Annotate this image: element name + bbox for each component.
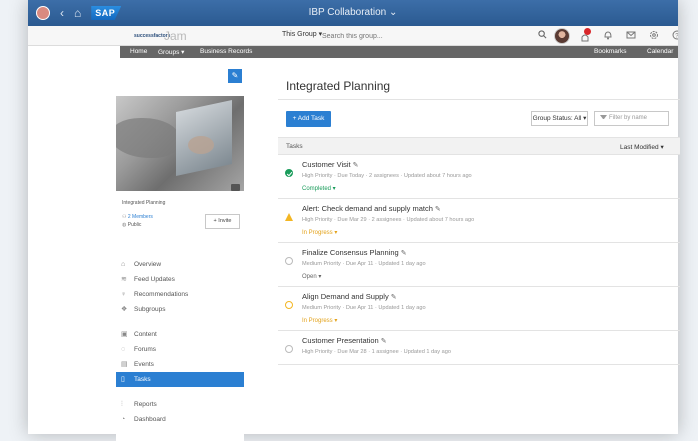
nav-home[interactable]: Home [130,48,147,55]
divider [278,99,680,100]
nav-business-records[interactable]: Business Records [200,48,252,55]
tasks-icon: ▯ [121,376,125,383]
home-icon: ⌂ [121,261,126,268]
visibility-label: ◍ Public [122,222,142,228]
edit-icon[interactable]: ✎ [391,294,397,301]
back-icon[interactable]: ‹ [60,7,64,19]
open-status-icon[interactable] [285,257,293,265]
search-icon[interactable] [538,30,547,39]
task-title[interactable]: Customer Presentation ✎ [302,336,387,345]
task-meta: High Priority · Due Mar 29 · 2 assignees… [302,217,475,223]
group-cover-image [116,96,244,191]
top-nav: Home Groups ▾ Business Records Bookmarks… [120,46,678,58]
task-row[interactable]: Customer Visit ✎ High Priority · Due Toda… [278,155,680,199]
task-title[interactable]: Customer Visit ✎ [302,160,359,169]
alert-icon[interactable] [285,213,293,221]
task-meta: High Priority · Due Today · 2 assignees … [302,173,472,179]
sidebar-item-reports[interactable]: ⫶ Reports [116,397,244,412]
svg-text:?: ? [675,33,678,39]
task-meta: High Priority · Due Mar 28 · 1 assignee … [302,349,451,355]
notification-badge [584,28,591,35]
people-icon: ⚇ [122,214,127,220]
sidebar-item-content[interactable]: ▣ Content [116,327,244,342]
dashboard-icon: ◔ [121,416,126,423]
gear-icon[interactable] [649,30,659,40]
sidebar-item-tasks[interactable]: ▯ Tasks [116,372,244,387]
search-scope-select[interactable]: This Group ▾ [282,30,322,38]
tasks-header: Tasks Last Modified ▾ [278,137,680,155]
content-icon: ▣ [121,331,128,338]
jam-header: successfactors Jam This Group ▾ ? [28,26,678,46]
nav-calendar[interactable]: Calendar [647,48,673,55]
events-icon: ▤ [121,361,128,368]
sidebar-item-recommendations[interactable]: ♀ Recommendations [116,287,244,302]
task-status-select[interactable]: In Progress ▾ [302,229,337,236]
task-status-select[interactable]: Open ▾ [302,273,321,280]
camera-icon[interactable] [231,184,240,191]
group-name: Integrated Planning [122,200,166,206]
sidebar-item-feed-updates[interactable]: ≋ Feed Updates [116,272,244,287]
completed-icon[interactable] [285,169,293,177]
sidebar-item-events[interactable]: ▤ Events [116,357,244,372]
edit-icon[interactable]: ✎ [401,250,407,257]
task-status-select[interactable]: In Progress ▾ [302,317,337,324]
feed-icon: ≋ [121,276,127,283]
home-icon[interactable]: ⌂ [74,7,81,19]
edit-icon[interactable]: ✎ [353,162,359,169]
edit-icon[interactable]: ✎ [381,338,387,345]
task-title[interactable]: Alert: Check demand and supply match ✎ [302,204,441,213]
group-status-select[interactable]: Group Status: All ▾ [531,111,588,126]
reports-icon: ⫶ [121,401,123,408]
chevron-down-icon: ⌄ [389,7,398,18]
sort-select[interactable]: Last Modified ▾ [620,143,664,151]
search-input[interactable] [322,30,530,42]
open-status-icon[interactable] [285,345,293,353]
mail-icon[interactable] [626,30,636,40]
pin-icon[interactable]: ✎ [228,69,242,83]
members-link[interactable]: ⚇ 2 Members [122,214,153,220]
task-row[interactable]: Align Demand and Supply ✎ Medium Priority… [278,287,680,331]
user-avatar[interactable] [36,6,50,20]
sap-logo[interactable]: SAP [91,6,122,20]
sidebar-item-dashboard[interactable]: ◔ Dashboard [116,412,244,427]
task-row[interactable]: Alert: Check demand and supply match ✎ Hi… [278,199,680,243]
globe-icon: ◍ [122,222,127,228]
jam-logo[interactable]: Jam [164,29,187,43]
task-title[interactable]: Finalize Consensus Planning ✎ [302,248,407,257]
bell-icon[interactable] [603,30,613,40]
forums-icon: ◌ [121,346,126,353]
task-title[interactable]: Align Demand and Supply ✎ [302,292,397,301]
in-progress-icon[interactable] [285,301,293,309]
filter-icon [600,115,607,122]
tasks-label: Tasks [286,143,303,150]
sidebar-menu: ⌂ Overview ≋ Feed Updates ♀ Recommendations… [116,257,244,427]
invite-button[interactable]: + Invite [205,214,240,229]
task-meta: Medium Priority · Due Apr 11 · Updated 1… [302,261,426,267]
main-content: Integrated Planning + Add Task Group Sta… [278,69,680,441]
subgroups-icon: ❖ [121,306,128,313]
task-row[interactable]: Customer Presentation ✎ High Priority · D… [278,331,680,365]
group-sidebar: ✎ Integrated Planning ⚇ 2 Members ◍ Publ… [116,69,244,441]
page-title: Integrated Planning [286,79,391,93]
task-status-select[interactable]: Completed ▾ [302,185,336,192]
bulb-icon: ♀ [121,291,127,298]
edit-icon[interactable]: ✎ [435,206,441,213]
shell-title[interactable]: IBP Collaboration ⌄ [28,7,678,18]
shell-bar: ‹ ⌂ SAP IBP Collaboration ⌄ [28,0,678,26]
help-icon[interactable]: ? [672,30,678,40]
nav-groups[interactable]: Groups ▾ [158,48,184,56]
nav-bookmarks[interactable]: Bookmarks [594,48,627,55]
task-row[interactable]: Finalize Consensus Planning ✎ Medium Prio… [278,243,680,287]
task-meta: Medium Priority · Due Apr 11 · Updated 1… [302,305,426,311]
sidebar-item-forums[interactable]: ◌ Forums [116,342,244,357]
filter-input[interactable]: Filter by name [594,111,669,126]
sidebar-item-subgroups[interactable]: ❖ Subgroups [116,302,244,317]
sidebar-item-overview[interactable]: ⌂ Overview [116,257,244,272]
profile-avatar[interactable] [554,28,570,44]
add-task-button[interactable]: + Add Task [286,111,331,127]
